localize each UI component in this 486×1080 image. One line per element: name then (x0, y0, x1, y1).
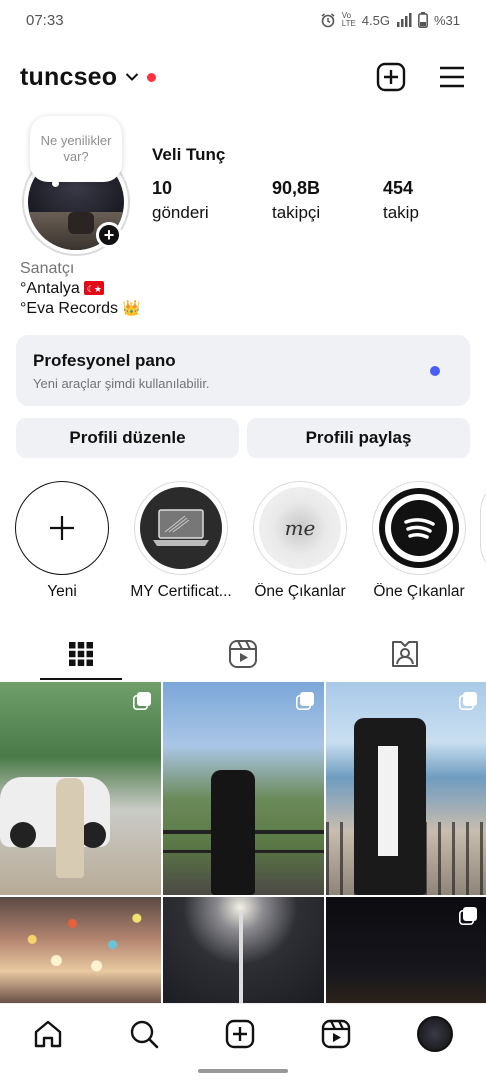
reels-nav-icon[interactable] (321, 1019, 351, 1049)
crown-icon: 👑 (122, 300, 141, 317)
bio-line-1: °Antalya (20, 280, 80, 297)
highlight-label: Öne Çıkanlar (373, 583, 465, 600)
add-story-icon[interactable]: + (96, 222, 122, 248)
highlight-featured-2[interactable]: Öne Çıkanlar (371, 481, 467, 601)
edit-profile-button[interactable]: Profili düzenle (16, 418, 239, 458)
pro-dashboard-title: Profesyonel pano (33, 351, 176, 370)
stat-following-label: takip (383, 203, 419, 222)
profile-header: tuncseo (20, 56, 466, 98)
laptop-icon (153, 509, 209, 546)
post-thumbnail[interactable] (326, 897, 486, 1003)
highlight-cover-text: me (284, 516, 316, 540)
stat-followers-value: 90,8B (272, 178, 321, 198)
home-indicator (198, 1069, 288, 1073)
note-bubble[interactable]: Ne yenilikler var? (30, 116, 122, 182)
notification-dot (147, 72, 157, 82)
new-indicator-dot (430, 366, 440, 376)
tab-tagged[interactable] (324, 628, 486, 680)
pro-dashboard-subtitle: Yeni araçlar şimdi kullanılabilir. (33, 376, 210, 391)
multiple-posts-icon (459, 907, 477, 925)
grid-icon (69, 642, 93, 666)
status-bar: 07:33 Vo LTE 4.5G %31 (0, 0, 486, 40)
note-bubble-tail (52, 180, 59, 187)
share-profile-button[interactable]: Profili paylaş (247, 418, 470, 458)
multiple-posts-icon (459, 692, 477, 710)
bottom-navigation (0, 1003, 486, 1063)
full-name: Veli Tunç (152, 145, 226, 164)
highlight-certificates[interactable]: MY Certificat... (130, 481, 232, 601)
post-thumbnail[interactable] (163, 897, 324, 1003)
multiple-posts-icon (133, 692, 151, 710)
post-thumbnail[interactable] (163, 682, 324, 895)
stat-posts[interactable]: 10 gönderi (152, 178, 272, 223)
stat-posts-label: gönderi (152, 203, 209, 222)
story-highlights: Yeni MY Certificat... me Öne Çıkanlar Ön… (14, 481, 467, 601)
reels-icon (229, 640, 257, 668)
bio: Sanatçı °Antalya °Eva Records👑 (20, 259, 141, 319)
home-icon[interactable] (33, 1019, 63, 1049)
spotify-icon (379, 488, 459, 568)
menu-icon[interactable] (438, 65, 466, 89)
stat-followers-label: takipçi (272, 203, 321, 222)
tab-reels[interactable] (162, 628, 324, 680)
network-type: 4.5G (361, 12, 390, 28)
turkey-flag-icon (83, 279, 104, 299)
posts-grid (0, 682, 486, 1003)
highlight-partial[interactable] (480, 481, 486, 575)
battery-percent: %31 (433, 12, 460, 28)
chevron-down-icon[interactable] (125, 72, 139, 82)
profile-nav-avatar[interactable] (417, 1015, 453, 1052)
username[interactable]: tuncseo (20, 63, 117, 92)
note-text: Ne yenilikler var? (40, 133, 112, 164)
highlight-featured-1[interactable]: me Öne Çıkanlar (252, 481, 348, 601)
stat-following[interactable]: 454 takip (383, 178, 483, 223)
highlight-label: MY Certificat... (130, 583, 232, 600)
profile-stats: 10 gönderi 90,8B takipçi 454 takip (152, 178, 483, 223)
post-thumbnail[interactable] (0, 682, 161, 895)
bio-line-2: °Eva Records (20, 300, 118, 317)
create-post-icon[interactable] (376, 62, 406, 92)
post-thumbnail[interactable] (0, 897, 161, 1003)
search-icon[interactable] (129, 1019, 159, 1049)
stat-followers[interactable]: 90,8B takipçi (272, 178, 392, 223)
volte-indicator: Vo LTE (341, 11, 356, 28)
highlight-new[interactable]: Yeni (14, 481, 110, 601)
tagged-icon (392, 641, 418, 667)
plus-icon (50, 516, 74, 540)
post-thumbnail[interactable] (326, 682, 486, 895)
signal-icon (396, 13, 412, 27)
profile-category: Sanatçı (20, 260, 75, 277)
highlight-label: Öne Çıkanlar (254, 583, 346, 600)
profile-tabs (0, 628, 486, 680)
profile-actions: Profili düzenle Profili paylaş (16, 418, 470, 458)
stat-following-value: 454 (383, 178, 414, 198)
multiple-posts-icon (296, 692, 314, 710)
status-time: 07:33 (26, 11, 64, 29)
status-icons: Vo LTE 4.5G %31 (320, 12, 460, 28)
professional-dashboard[interactable]: Profesyonel pano Yeni araçlar şimdi kull… (16, 335, 470, 406)
highlight-label: Yeni (47, 583, 77, 600)
tab-posts-grid[interactable] (0, 628, 162, 680)
create-icon[interactable] (225, 1019, 255, 1049)
battery-icon (418, 12, 428, 28)
alarm-icon (321, 13, 335, 28)
stat-posts-value: 10 (152, 178, 173, 198)
